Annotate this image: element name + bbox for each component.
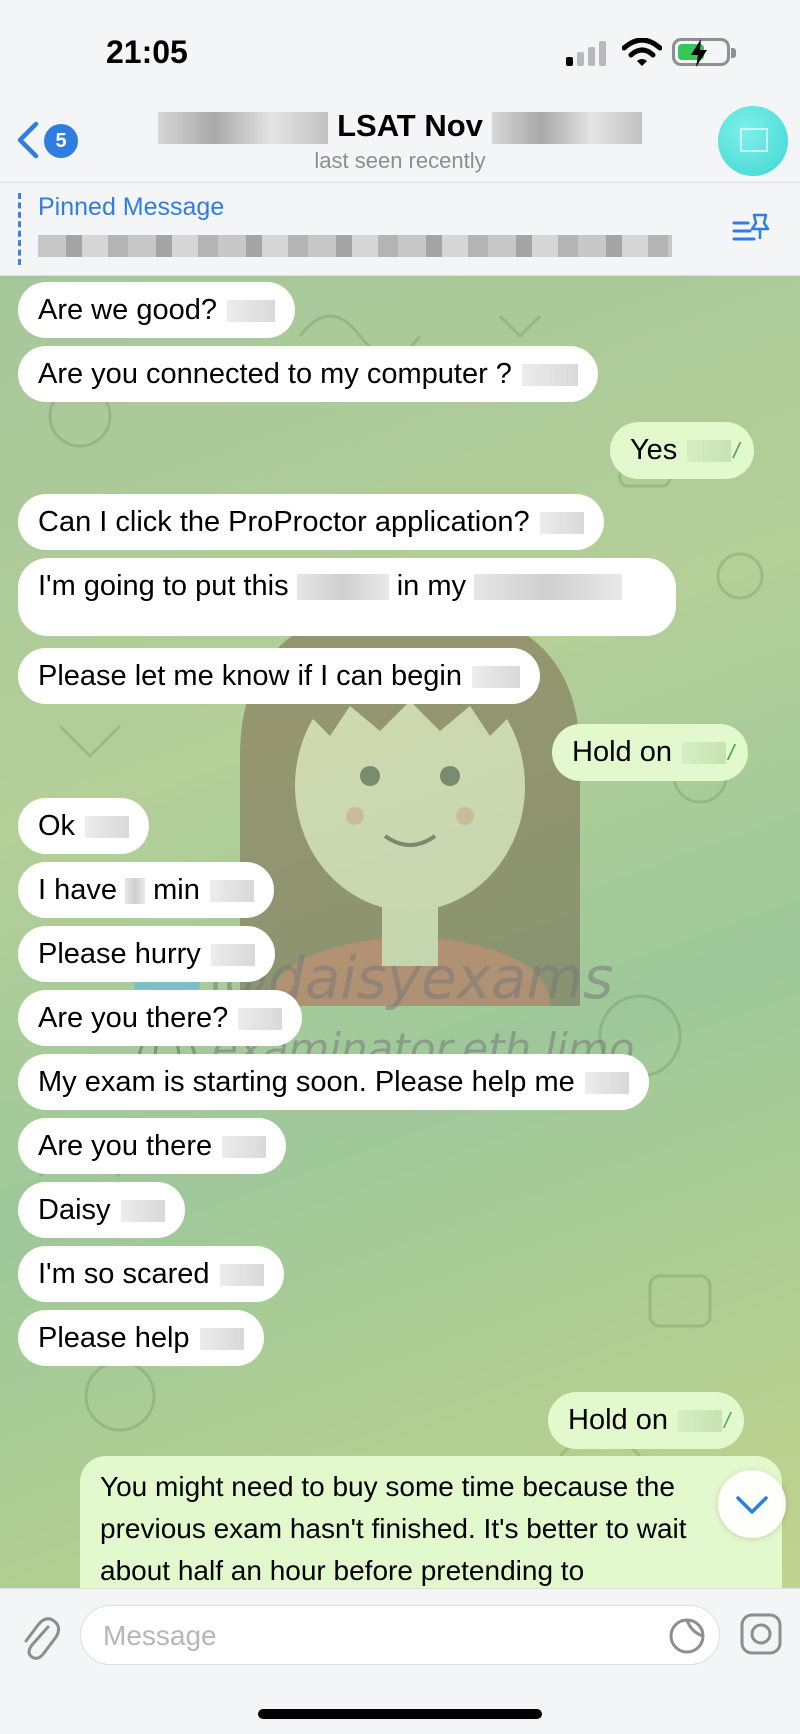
redacted-text (296, 574, 389, 601)
redacted-text (474, 574, 623, 601)
message-bubble[interactable]: Hold on / (548, 1392, 745, 1450)
message-text: Yes (630, 434, 678, 466)
redacted-pinned-text (38, 235, 672, 257)
unread-badge[interactable]: 5 (44, 124, 78, 158)
message-bubble[interactable]: Please let me know if I can begin (18, 648, 540, 704)
message-bubble[interactable]: Can I click the ProProctor application? (18, 494, 604, 550)
message-bubble[interactable]: Are you there? (18, 990, 303, 1046)
message-text: I'm going to put this (38, 570, 289, 602)
message-text: min (153, 874, 200, 906)
message-text: Are you connected to my computer ? (38, 358, 512, 390)
avatar[interactable] (718, 106, 788, 176)
message-bubble[interactable]: I'm so scared (18, 1246, 284, 1302)
message-bubble[interactable]: Hold on// (552, 724, 749, 782)
message-text: Are we good? (38, 294, 217, 326)
message-text: I have (38, 874, 117, 906)
pinned-label: Pinned Message (38, 193, 225, 221)
message-bubble[interactable]: Yes// (610, 422, 754, 480)
message-text: You might need to buy some time because … (100, 1471, 687, 1586)
message-text: Daisy (38, 1194, 111, 1226)
message-bubble[interactable]: Ok (18, 798, 150, 854)
message-text: Hold on (568, 1404, 668, 1436)
message-text: in my (396, 570, 466, 602)
message-text: Hold on (572, 736, 672, 768)
message-bubble[interactable]: Are you there (18, 1118, 287, 1174)
message-bubble[interactable]: Please help (18, 1310, 264, 1366)
camera-icon[interactable] (738, 1611, 784, 1657)
message-text: Ok (38, 810, 76, 842)
battery-icon (672, 38, 736, 67)
message-bubble[interactable]: Please hurry (18, 926, 275, 982)
message-text: Please let me know if I can begin (38, 660, 462, 692)
message-text: Can I click the ProProctor application? (38, 506, 530, 538)
status-bar: 21:05 (0, 0, 800, 100)
chat-status: last seen recently (314, 148, 486, 173)
message-text: Please hurry (38, 938, 201, 970)
message-bubble[interactable]: I have min (18, 862, 274, 918)
chat-title[interactable]: LSAT Nov (130, 108, 670, 144)
pinned-message[interactable]: Pinned Message (0, 182, 800, 276)
message-bubble[interactable]: Daisy (18, 1182, 185, 1238)
message-bubble[interactable]: My exam is starting soon. Please help me (18, 1054, 649, 1110)
chat-title-text: LSAT Nov (337, 108, 483, 143)
cellular-signal-icon (566, 40, 610, 66)
message-input[interactable] (103, 1616, 643, 1656)
redacted-text (125, 878, 146, 905)
message-bubble[interactable]: You might need to buy some time because … (80, 1456, 782, 1588)
message-text: Please help (38, 1322, 190, 1354)
message-text: Are you there (38, 1130, 213, 1162)
composer (0, 1588, 800, 1734)
pin-list-icon[interactable] (730, 209, 772, 249)
message-bubble[interactable]: I'm going to put this in my (18, 558, 676, 636)
message-text: I'm so scared (38, 1258, 210, 1290)
message-field[interactable] (80, 1605, 720, 1665)
chat-area[interactable]: @daisyexams examinator.eth.limo Are we g… (0, 276, 800, 1588)
sticker-icon[interactable] (667, 1616, 707, 1656)
paperclip-icon[interactable] (18, 1613, 62, 1661)
message-text: Are you there? (38, 1002, 229, 1034)
message-text: My exam is starting soon. Please help me (38, 1066, 575, 1098)
redacted-name (491, 111, 642, 144)
chevron-down-icon[interactable] (718, 1470, 786, 1538)
message-bubble[interactable]: Are you connected to my computer ? (18, 346, 598, 402)
chat-header: 5 LSAT Nov last seen recently (0, 100, 800, 182)
message-bubble[interactable]: Are we good? (18, 282, 295, 338)
redacted-name (158, 111, 329, 144)
wifi-icon (622, 38, 662, 66)
pinned-indicator (18, 193, 21, 265)
status-time: 21:05 (106, 34, 188, 70)
home-indicator[interactable] (258, 1709, 542, 1719)
chevron-left-icon[interactable] (12, 118, 42, 162)
